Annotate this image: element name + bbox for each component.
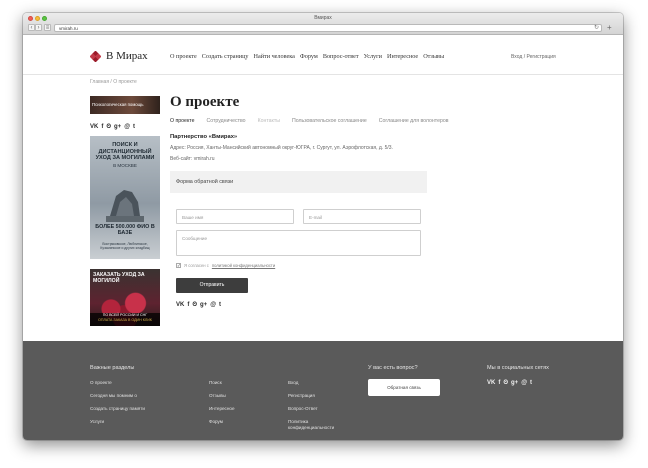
facebook-icon[interactable]: f (498, 380, 500, 387)
footer-sections-title: Важные разделы (90, 365, 135, 371)
address-text: Адрес: Россия, Ханты-Мансийский автономн… (170, 145, 393, 151)
vk-icon[interactable]: VK (90, 124, 98, 131)
nav-reviews[interactable]: Отзывы (423, 53, 444, 60)
monument-image (106, 190, 144, 222)
social-share-main: VK f ʘ g+ @ t (176, 302, 221, 309)
vk-icon[interactable]: VK (487, 380, 495, 387)
tab-contacts[interactable]: Контакты (258, 118, 280, 124)
footer-link-about[interactable]: О проекте (90, 380, 112, 385)
forward-icon[interactable]: › (35, 24, 42, 31)
browser-window: Вмирах ‹ › ≡ vmirah.ru ↻ + В Мирах О про… (23, 13, 623, 440)
footer-social-title: Мы в социальных сетях (487, 365, 549, 371)
footer-link-today[interactable]: Сегодня мы помним о (90, 393, 137, 398)
twitter-icon[interactable]: t (530, 380, 532, 387)
reader-icon[interactable]: ≡ (44, 24, 51, 31)
address-bar[interactable]: vmirah.ru ↻ (54, 24, 602, 32)
content-tabs: О проекте Сотрудничество Контакты Пользо… (170, 118, 449, 124)
nav-find-person[interactable]: Найти человека (253, 53, 294, 60)
mail-ru-icon[interactable]: @ (210, 302, 216, 309)
consent-text: Я согласен с (184, 263, 209, 268)
footer-link-privacy[interactable]: Политика (288, 419, 308, 424)
odnoklassniki-icon[interactable]: ʘ (503, 380, 508, 387)
google-plus-icon[interactable]: g+ (114, 124, 121, 131)
footer-link-qa[interactable]: Вопрос-Ответ (288, 406, 318, 411)
nav-qa[interactable]: Вопрос-ответ (323, 53, 359, 60)
footer-link-register[interactable]: Регистрация (288, 393, 315, 398)
twitter-icon[interactable]: t (133, 124, 135, 131)
consent-row: ✓ Я согласен с политикой конфиденциально… (176, 263, 275, 268)
back-icon[interactable]: ‹ (28, 24, 35, 31)
consent-checkbox[interactable]: ✓ (176, 263, 181, 268)
footer-link-services[interactable]: Услуги (90, 419, 104, 424)
banner-count: БОЛЕЕ 500.000 ФИО В БАЗЕ (95, 224, 155, 236)
logo-icon (90, 50, 101, 62)
order-grave-care-banner[interactable]: ЗАКАЗАТЬ УХОД ЗА МОГИЛОЙ ПО ВСЕЙ РОССИИ … (90, 269, 160, 326)
banner-headline: ПОИСК И ДИСТАНЦИОННЫЙ УХОД ЗА МОГИЛАМИ (95, 142, 155, 161)
site-logo[interactable]: В Мирах (90, 50, 148, 62)
nav-create-page[interactable]: Создать страницу (202, 53, 249, 60)
logo-text: В Мирах (106, 50, 148, 62)
nav-interesting[interactable]: Интересное (387, 53, 418, 60)
tab-about[interactable]: О проекте (170, 118, 194, 124)
twitter-icon[interactable]: t (219, 302, 221, 309)
new-tab-button[interactable]: + (607, 23, 612, 32)
tab-user-agreement[interactable]: Пользовательское соглашение (292, 118, 367, 124)
nav-services[interactable]: Услуги (364, 53, 382, 60)
flowers-banner-headline: ЗАКАЗАТЬ УХОД ЗА МОГИЛОЙ (93, 272, 145, 284)
privacy-policy-link[interactable]: политикой конфиденциальности (212, 263, 275, 268)
footer-link-reviews[interactable]: Отзывы (209, 393, 226, 398)
tab-cooperation[interactable]: Сотрудничество (206, 118, 245, 124)
feedback-form-header: Форма обратной связи (170, 171, 427, 193)
mail-ru-icon[interactable]: @ (124, 124, 130, 131)
google-plus-icon[interactable]: g+ (200, 302, 207, 309)
footer-link-forum[interactable]: Форум (209, 419, 223, 424)
flowers-banner-line2: ОПЛАТА ЗАКАЗА В ОДИН КЛИК (98, 318, 152, 322)
site-footer: Важные разделы О проекте Сегодня мы помн… (23, 341, 623, 440)
footer-link-search[interactable]: Поиск (209, 380, 222, 385)
footer-link-privacy-cont[interactable]: конфиденциальности (288, 425, 334, 430)
reload-icon[interactable]: ↻ (594, 25, 599, 32)
footer-link-interesting[interactable]: Интересное (209, 406, 235, 411)
message-placeholder: Сообщение (182, 236, 207, 241)
submit-button[interactable]: Отправить (176, 278, 248, 293)
feedback-button[interactable]: Обратная связь (368, 379, 440, 396)
flowers-banner-footer: ПО ВСЕЙ РОССИИ И СНГ ОПЛАТА ЗАКАЗА В ОДИ… (90, 313, 160, 326)
footer-question-title: У вас есть вопрос? (368, 365, 418, 371)
email-field[interactable]: E-mail (303, 209, 421, 224)
window-title: Вмирах (314, 15, 332, 21)
tab-volunteer-agreement[interactable]: Соглашение для волонтеров (379, 118, 449, 124)
message-field[interactable]: Сообщение (176, 230, 421, 256)
psychological-help-text: Психологическая помощь (92, 102, 144, 107)
nav-forum[interactable]: Форум (300, 53, 318, 60)
browser-toolbar: Вмирах ‹ › ≡ vmirah.ru ↻ + (23, 13, 623, 35)
banner-fine-print: Востряковское, Люблинское, Кузьминское и… (100, 242, 150, 250)
nav-about[interactable]: О проекте (170, 53, 197, 60)
odnoklassniki-icon[interactable]: ʘ (106, 124, 111, 131)
odnoklassniki-icon[interactable]: ʘ (192, 302, 197, 309)
url-text: vmirah.ru (59, 26, 78, 31)
google-plus-icon[interactable]: g+ (511, 380, 518, 387)
psychological-help-banner[interactable]: Психологическая помощь (90, 96, 160, 114)
footer-link-create-memorial[interactable]: Создать страницу памяти (90, 406, 145, 411)
main-navigation: О проекте Создать страницу Найти человек… (170, 53, 444, 60)
login-register-link[interactable]: Вход / Регистрация (511, 54, 556, 60)
feedback-form-title: Форма обратной связи (176, 179, 234, 185)
footer-social-links: VK f ʘ g+ @ t (487, 380, 532, 387)
website-text: Веб-сайт: vmirah.ru (170, 156, 215, 162)
grave-care-moscow-banner[interactable]: ПОИСК И ДИСТАНЦИОННЫЙ УХОД ЗА МОГИЛАМИ В… (90, 136, 160, 259)
breadcrumb[interactable]: Главная / О проекте (90, 79, 137, 85)
footer-link-login[interactable]: Вход (288, 380, 298, 385)
banner-city: В МОСКВЕ (113, 162, 137, 168)
name-field[interactable]: Ваше имя (176, 209, 294, 224)
facebook-icon[interactable]: f (101, 124, 103, 131)
email-placeholder: E-mail (309, 215, 323, 220)
facebook-icon[interactable]: f (187, 302, 189, 309)
page-title: О проекте (170, 94, 240, 110)
partner-name: Партнерство «Вмирах» (170, 134, 238, 140)
mail-ru-icon[interactable]: @ (521, 380, 527, 387)
social-share-sidebar: VK f ʘ g+ @ t (90, 124, 135, 131)
name-placeholder: Ваше имя (182, 215, 204, 220)
site-header: В Мирах О проекте Создать страницу Найти… (23, 35, 623, 75)
vk-icon[interactable]: VK (176, 302, 184, 309)
